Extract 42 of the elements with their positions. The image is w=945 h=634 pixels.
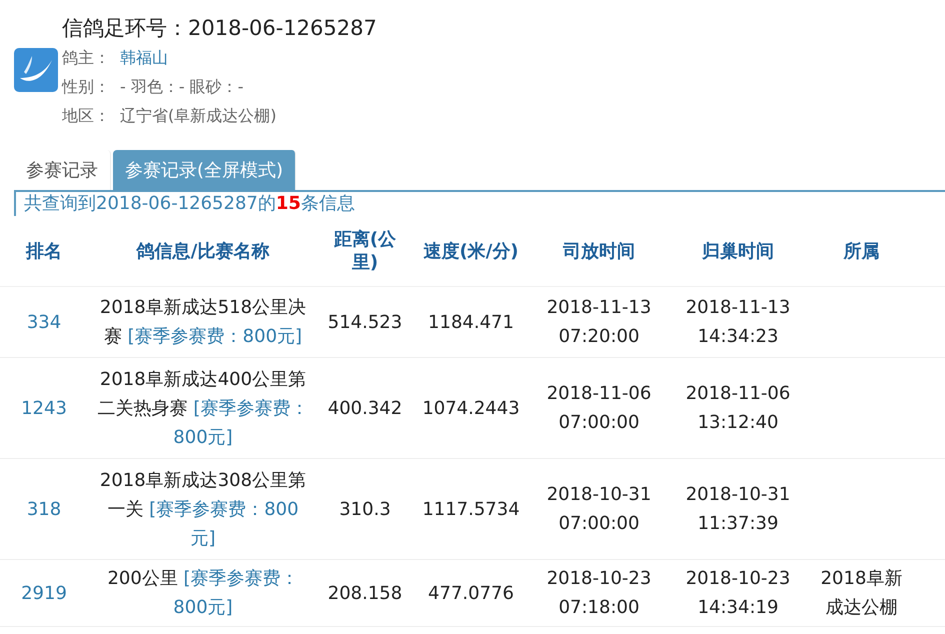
speed-cell: 1184.471 <box>428 312 514 332</box>
race-name: 200公里 [赛季参赛费：800元] <box>107 568 299 618</box>
return-time: 2018-10-23 14:34:19 <box>686 568 790 618</box>
race-name: 2018阜新成达518公里决赛 [赛季参赛费：800元] <box>100 297 306 347</box>
tab[interactable]: 参赛记录(全屏模式) <box>113 150 296 190</box>
speed-cell: 477.0776 <box>428 582 514 604</box>
release-time: 2018-11-06 07:00:00 <box>546 383 652 433</box>
return-time: 2018-11-13 14:34:23 <box>686 297 790 347</box>
race-name: 2018阜新成达400公里第二关热身赛 [赛季参赛费：800元] <box>98 368 308 448</box>
rank-link[interactable]: 334 <box>26 312 62 332</box>
bird-logo-icon <box>14 48 58 92</box>
speed-cell: 1117.5734 <box>422 498 520 520</box>
release-time: 2018-10-31 07:00:00 <box>546 484 652 534</box>
return-time: 2018-11-06 13:12:40 <box>686 383 790 433</box>
column-header: 司放时间 <box>563 240 635 262</box>
race-name: 2018阜新成达308公里第一关 [赛季参赛费：800元] <box>100 470 306 548</box>
release-time: 2018-11-13 07:20:00 <box>546 297 652 347</box>
info-value: - 羽色：- 眼砂：- <box>120 76 244 98</box>
result-summary: 共查询到2018-06-1265287的15条信息 <box>14 190 945 216</box>
return-time: 2018-10-31 11:37:39 <box>686 484 790 534</box>
info-label: 地区： <box>62 105 110 127</box>
column-header: 排名 <box>26 240 62 262</box>
distance-cell: 514.523 <box>328 312 402 332</box>
distance-cell: 208.158 <box>328 582 402 604</box>
release-time: 2018-10-23 07:18:00 <box>546 568 652 618</box>
column-header: 鸽信息/比赛名称 <box>136 240 270 262</box>
loft-name: 2018阜新成达公棚 <box>820 568 902 618</box>
ring-number-title: 信鸽足环号：2018-06-1265287 <box>62 15 377 42</box>
distance-cell: 310.3 <box>339 498 391 520</box>
info-value: 辽宁省(阜新成达公棚) <box>120 105 276 127</box>
info-label: 性别： <box>62 76 110 98</box>
column-header: 所属 <box>844 240 880 262</box>
column-header: 距离(公里) <box>334 229 396 273</box>
column-header: 归巢时间 <box>702 240 774 262</box>
rank-link[interactable]: 2919 <box>21 582 67 604</box>
rank-link[interactable]: 318 <box>26 498 62 520</box>
distance-cell: 400.342 <box>328 398 402 418</box>
speed-cell: 1074.2443 <box>422 398 520 418</box>
info-label: 鸽主： <box>62 47 110 69</box>
column-header: 速度(米/分) <box>423 240 519 262</box>
rank-link[interactable]: 1243 <box>21 398 67 418</box>
owner-link[interactable]: 韩福山 <box>120 43 168 72</box>
